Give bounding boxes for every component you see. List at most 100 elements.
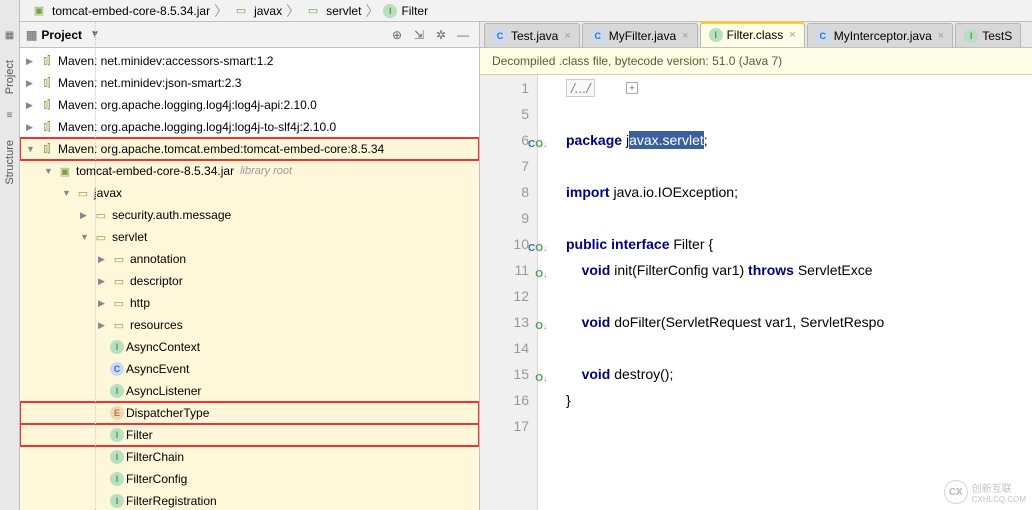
code-text: } <box>566 387 1032 413</box>
tab-label: MyFilter.java <box>609 29 676 43</box>
close-icon[interactable]: × <box>789 29 795 41</box>
code-text: Filter { <box>669 236 713 252</box>
interface-icon: I <box>383 4 397 18</box>
gutter-line: 7 <box>480 153 529 179</box>
editor-tab[interactable]: I Filter.class × <box>700 23 805 47</box>
tree-arrow-icon[interactable]: ▶ <box>26 122 38 133</box>
code-selection: avax.servlet <box>629 131 704 149</box>
tree-arrow-icon[interactable]: ▶ <box>98 320 110 331</box>
code-area[interactable]: 156CO↓78910CO↓11O↓1213O↓1415O↓1617 +/...… <box>480 75 1032 510</box>
gutter-mark-icon[interactable]: CO↓ <box>528 236 547 262</box>
keyword: interface <box>611 236 669 252</box>
side-tab-structure[interactable]: Structure <box>2 134 18 191</box>
crumb-sep-icon: 〉 <box>365 1 379 21</box>
editor-tab[interactable]: C MyInterceptor.java × <box>807 23 953 47</box>
keyword: void <box>582 262 611 278</box>
package-icon: ▭ <box>304 4 322 17</box>
class-icon: C <box>816 29 830 43</box>
structure-side-icon[interactable]: ≡ <box>3 110 17 124</box>
tab-label: Filter.class <box>727 28 784 42</box>
gutter-line: 11O↓ <box>480 257 529 283</box>
code-lines[interactable]: +/.../ package javax.servlet; import jav… <box>538 75 1032 510</box>
decompiled-banner: Decompiled .class file, bytecode version… <box>480 48 1032 75</box>
gutter-mark-icon[interactable]: O↓ <box>535 262 547 288</box>
keyword: package <box>566 132 626 148</box>
tree-label: Maven: org.apache.tomcat.embed:tomcat-em… <box>58 142 384 156</box>
close-icon[interactable]: × <box>682 30 688 42</box>
gutter-line: 16 <box>480 387 529 413</box>
close-icon[interactable]: × <box>564 30 570 42</box>
tree-label: annotation <box>130 252 186 266</box>
tree-label: Filter <box>126 428 153 442</box>
class-icon: C <box>591 29 605 43</box>
tree-label: javax <box>94 186 122 200</box>
crumb-pkg-javax[interactable]: ▭javax <box>228 4 286 18</box>
gear-icon[interactable]: ✲ <box>431 25 451 45</box>
tree-arrow-icon[interactable]: ▶ <box>98 276 110 287</box>
tree-arrow-icon[interactable]: ▶ <box>26 100 38 111</box>
crumb-sep-icon: 〉 <box>214 1 228 21</box>
gutter-line: 10CO↓ <box>480 231 529 257</box>
gutter-line: 13O↓ <box>480 309 529 335</box>
tab-label: MyInterceptor.java <box>834 29 932 43</box>
tree-label: AsyncContext <box>126 340 200 354</box>
gutter: 156CO↓78910CO↓11O↓1213O↓1415O↓1617 <box>480 75 538 510</box>
tree-label: descriptor <box>130 274 183 288</box>
project-side-icon[interactable]: ▦ <box>3 30 17 44</box>
package-icon: ▭ <box>232 4 250 17</box>
target-icon[interactable]: ⊕ <box>387 25 407 45</box>
editor-tab[interactable]: C MyFilter.java × <box>582 23 698 47</box>
tree-label: security.auth.message <box>112 208 231 222</box>
tabs-bar: CTest.java×CMyFilter.java×IFilter.class×… <box>480 22 1032 48</box>
tree-arrow-icon[interactable]: ▶ <box>26 56 38 67</box>
keyword: void <box>582 366 611 382</box>
tree-arrow-icon[interactable]: ▶ <box>98 298 110 309</box>
fold-box[interactable]: /.../ <box>566 79 595 97</box>
crumb-label: Filter <box>401 4 428 18</box>
tree-arrow-icon[interactable]: ▶ <box>98 254 110 265</box>
crumb-filter[interactable]: I Filter <box>379 4 432 18</box>
gutter-line: 5 <box>480 101 529 127</box>
tree-arrow-icon[interactable]: ▼ <box>26 144 38 154</box>
jar-icon: ▣ <box>30 4 48 17</box>
code-text: ServletExce <box>794 262 873 278</box>
code-text: ; <box>704 132 708 148</box>
tree-label: FilterChain <box>126 450 184 464</box>
interface-icon: I <box>709 28 723 42</box>
fold-toggle[interactable]: + <box>626 82 638 94</box>
side-tab-project[interactable]: Project <box>2 54 18 100</box>
breadcrumb: ▣tomcat-embed-core-8.5.34.jar 〉 ▭javax 〉… <box>20 0 1032 22</box>
side-tabs: ▦ Project ≡ Structure <box>0 0 20 510</box>
gutter-mark-icon[interactable]: O↓ <box>535 366 547 392</box>
tree-arrow-icon[interactable]: ▶ <box>26 78 38 89</box>
crumb-pkg-servlet[interactable]: ▭ servlet <box>300 4 365 18</box>
editor-tab[interactable]: CTest.java× <box>484 23 580 47</box>
tree-arrow-icon[interactable]: ▼ <box>62 188 74 198</box>
tree-label: Maven: org.apache.logging.log4j:log4j-ap… <box>58 98 317 112</box>
interface-icon: I <box>964 29 978 43</box>
close-icon[interactable]: × <box>938 30 944 42</box>
editor-tab[interactable]: ITestS <box>955 23 1021 47</box>
gutter-line: 8 <box>480 179 529 205</box>
expand-icon[interactable]: ⇲ <box>409 25 429 45</box>
tree-label: AsyncListener <box>126 384 201 398</box>
tree-label: http <box>130 296 150 310</box>
tree-label: tomcat-embed-core-8.5.34.jar <box>76 164 234 178</box>
gutter-mark-icon[interactable]: O↓ <box>535 314 547 340</box>
keyword: import <box>566 184 613 200</box>
keyword: public <box>566 236 607 252</box>
gutter-line: 1 <box>480 75 529 101</box>
crumb-label: servlet <box>326 4 361 18</box>
minimize-icon[interactable]: — <box>453 25 473 45</box>
tree-label: servlet <box>112 230 147 244</box>
project-icon: ▦ <box>26 28 37 42</box>
tree-arrow-icon[interactable]: ▼ <box>44 166 56 176</box>
logo-sub: CXHLCQ.COM <box>972 495 1026 504</box>
class-icon: C <box>493 29 507 43</box>
logo-brand: 创新互联 <box>972 480 1026 495</box>
crumb-jar[interactable]: ▣tomcat-embed-core-8.5.34.jar <box>26 4 214 18</box>
project-title-text: Project <box>41 28 82 42</box>
gutter-line: 17 <box>480 413 529 439</box>
crumb-sep-icon: 〉 <box>286 1 300 21</box>
gutter-mark-icon[interactable]: CO↓ <box>528 132 547 158</box>
